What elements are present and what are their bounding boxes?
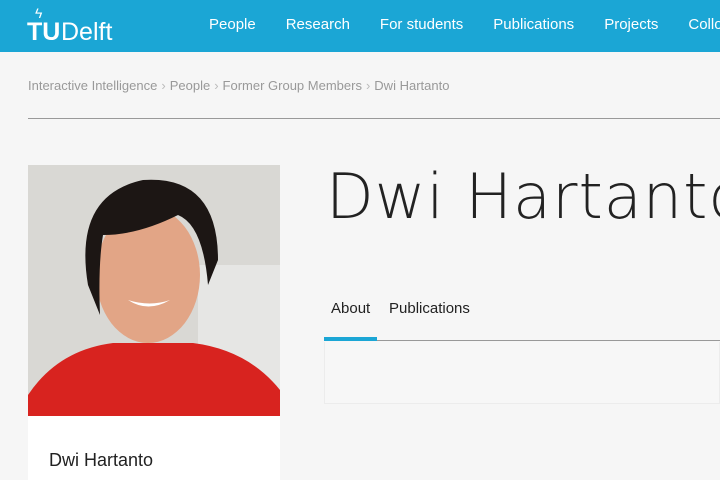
nav-for-students[interactable]: For students — [380, 16, 463, 33]
breadcrumb-item[interactable]: Interactive Intelligence — [28, 78, 157, 93]
nav-people[interactable]: People — [209, 16, 256, 33]
page-title: Dwi Hartanto — [326, 160, 720, 233]
tab-panel-about — [324, 342, 720, 404]
tab-publications[interactable]: Publications — [389, 300, 470, 317]
logo-delft: Delft — [61, 18, 113, 46]
chevron-right-icon: › — [161, 78, 166, 93]
logo-tu: TU — [27, 18, 61, 46]
breadcrumb-current: Dwi Hartanto — [374, 78, 450, 93]
breadcrumb-item[interactable]: People — [170, 78, 210, 93]
tudelft-logo[interactable]: ϟ TU Delft — [27, 6, 137, 46]
active-tab-indicator — [324, 337, 377, 341]
nav-publications[interactable]: Publications — [493, 16, 574, 33]
profile-card: Dwi Hartanto — [28, 416, 280, 480]
tab-bar-line — [324, 340, 720, 341]
nav-colloquia[interactable]: Collo — [688, 16, 720, 33]
divider — [28, 118, 720, 119]
chevron-right-icon: › — [214, 78, 219, 93]
chevron-right-icon: › — [365, 78, 371, 93]
tab-about[interactable]: About — [331, 300, 370, 317]
breadcrumb: Interactive Intelligence › People › Former G… — [28, 78, 449, 93]
main-nav: People Research For students Publication… — [209, 16, 720, 33]
profile-card-name: Dwi Hartanto — [49, 450, 154, 470]
nav-projects[interactable]: Projects — [604, 16, 658, 33]
breadcrumb-item[interactable]: Former Group Members — [223, 78, 362, 93]
nav-research[interactable]: Research — [286, 16, 350, 33]
site-header: ϟ TU Delft People Research For students … — [0, 0, 720, 52]
profile-photo — [28, 165, 280, 416]
